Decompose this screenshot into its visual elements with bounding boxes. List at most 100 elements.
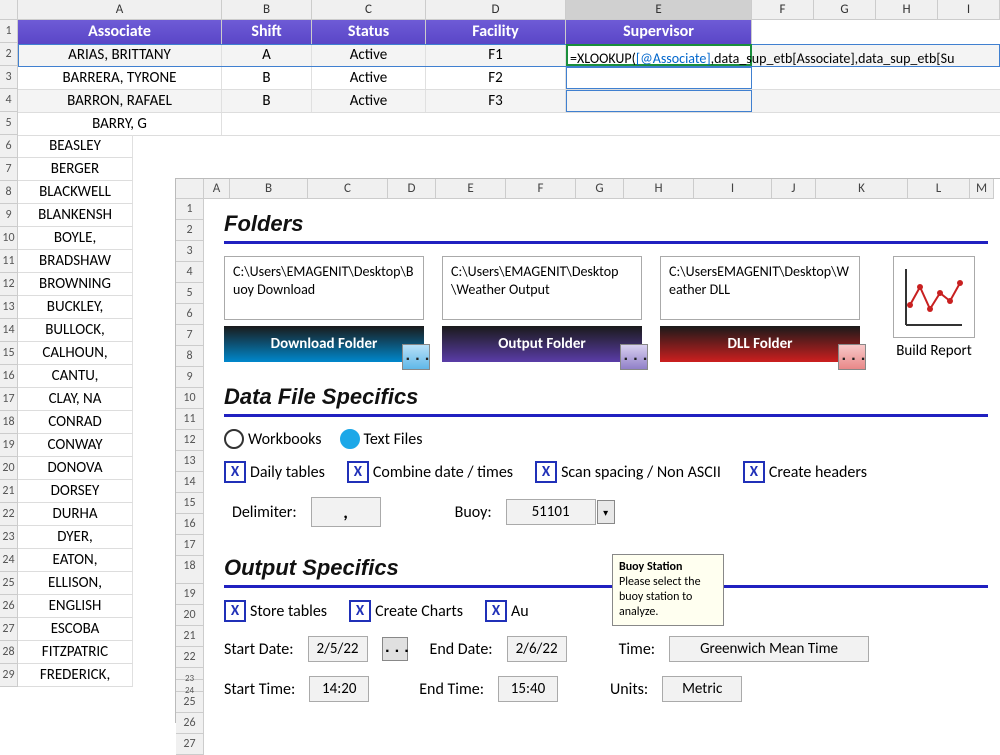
ov-col[interactable]: B bbox=[230, 179, 308, 199]
row-header[interactable]: 7 bbox=[0, 158, 18, 181]
checkbox-combine-date-times[interactable]: XCombine date / times bbox=[347, 461, 513, 483]
ov-row-header[interactable]: 24 bbox=[176, 680, 204, 692]
checkbox-au[interactable]: XAu bbox=[485, 600, 529, 622]
col-I[interactable]: I bbox=[938, 0, 1000, 19]
delimiter-input[interactable]: , bbox=[311, 497, 381, 527]
th-associate[interactable]: Associate bbox=[18, 20, 222, 44]
cell-shift[interactable]: A bbox=[222, 44, 312, 66]
ov-row-header[interactable]: 27 bbox=[176, 734, 204, 755]
ov-row-header[interactable]: 1 bbox=[176, 199, 204, 220]
name-cell[interactable]: BERGER bbox=[18, 158, 133, 181]
cell-supervisor[interactable] bbox=[566, 67, 752, 89]
row-header[interactable]: 6 bbox=[0, 135, 18, 158]
ov-col[interactable]: J bbox=[772, 179, 816, 199]
name-cell[interactable]: DYER, bbox=[18, 526, 133, 549]
buoy-dropdown[interactable]: 51101 ▾ bbox=[506, 499, 596, 525]
row-header[interactable]: 21 bbox=[0, 480, 18, 503]
ov-col[interactable]: H bbox=[624, 179, 694, 199]
ov-row-header[interactable]: 16 bbox=[176, 514, 204, 535]
row-header[interactable]: 22 bbox=[0, 503, 18, 526]
cell-status[interactable]: Active bbox=[312, 44, 426, 66]
col-H[interactable]: H bbox=[876, 0, 938, 19]
name-cell[interactable]: BUCKLEY, bbox=[18, 296, 133, 319]
start-date-input[interactable]: 2/5/22 bbox=[308, 636, 368, 662]
name-cell[interactable]: CONRAD bbox=[18, 411, 133, 434]
browse-button[interactable]: ... bbox=[402, 344, 430, 370]
col-F[interactable]: F bbox=[752, 0, 814, 19]
name-cell[interactable]: BROWNING bbox=[18, 273, 133, 296]
cell-associate[interactable]: BARRON, RAFAEL bbox=[18, 90, 222, 112]
name-cell[interactable]: CANTU, bbox=[18, 365, 133, 388]
ov-row-header[interactable]: 14 bbox=[176, 472, 204, 493]
cell-associate[interactable]: BARRY, G bbox=[18, 113, 222, 135]
row-header[interactable]: 5 bbox=[0, 112, 18, 135]
ov-col[interactable]: A bbox=[204, 179, 230, 199]
row-header[interactable]: 24 bbox=[0, 549, 18, 572]
cell-facility[interactable]: F3 bbox=[426, 90, 566, 112]
col-B[interactable]: B bbox=[222, 0, 312, 19]
row-header[interactable]: 28 bbox=[0, 641, 18, 664]
name-cell[interactable]: DONOVA bbox=[18, 457, 133, 480]
name-cell[interactable]: FITZPATRIC bbox=[18, 641, 133, 664]
browse-button[interactable]: ... bbox=[620, 344, 648, 370]
row-header[interactable]: 16 bbox=[0, 365, 18, 388]
worksheet[interactable]: Associate Shift Status Facility Supervis… bbox=[18, 20, 1000, 136]
checkbox-create-charts[interactable]: XCreate Charts bbox=[349, 600, 463, 622]
col-A[interactable]: A bbox=[18, 0, 222, 19]
th-supervisor[interactable]: Supervisor bbox=[566, 20, 752, 44]
name-cell[interactable]: BRADSHAW bbox=[18, 250, 133, 273]
ov-row-header[interactable]: 6 bbox=[176, 304, 204, 325]
name-cell[interactable]: CALHOUN, bbox=[18, 342, 133, 365]
row-header[interactable]: 29 bbox=[0, 664, 18, 687]
textfiles-radio[interactable]: Text Files bbox=[340, 429, 423, 449]
overlay-workbook[interactable]: ABCDEFGHIJKLM 12345678910111213141516171… bbox=[175, 178, 1000, 723]
checkbox-scan-spacing-non-ascii[interactable]: XScan spacing / Non ASCII bbox=[535, 461, 721, 483]
cell-shift[interactable]: B bbox=[222, 90, 312, 112]
ov-row-header[interactable]: 4 bbox=[176, 262, 204, 283]
ov-row-header[interactable]: 9 bbox=[176, 367, 204, 388]
ov-col[interactable]: K bbox=[816, 179, 908, 199]
ov-row-header[interactable]: 17 bbox=[176, 535, 204, 556]
row-header[interactable]: 8 bbox=[0, 181, 18, 204]
workbooks-radio[interactable]: Workbooks bbox=[224, 429, 322, 449]
row-header[interactable]: 9 bbox=[0, 204, 18, 227]
ov-row-header[interactable]: 23 bbox=[176, 668, 204, 680]
ov-row-header[interactable]: 20 bbox=[176, 605, 204, 626]
row-header[interactable]: 3 bbox=[0, 66, 18, 89]
build-report-group[interactable]: Build Report bbox=[888, 256, 980, 360]
ov-row-header[interactable]: 11 bbox=[176, 409, 204, 430]
row-header[interactable]: 18 bbox=[0, 411, 18, 434]
cell-status[interactable]: Active bbox=[312, 67, 426, 89]
checkbox-store-tables[interactable]: XStore tables bbox=[224, 600, 327, 622]
name-cell[interactable]: EATON, bbox=[18, 549, 133, 572]
row-header[interactable]: 25 bbox=[0, 572, 18, 595]
row-header[interactable]: 14 bbox=[0, 319, 18, 342]
ov-row-header[interactable]: 21 bbox=[176, 626, 204, 647]
table-row[interactable]: BARRY, G bbox=[18, 113, 1000, 136]
row-header[interactable]: 2 bbox=[0, 43, 18, 66]
col-C[interactable]: C bbox=[312, 0, 426, 19]
cell-associate[interactable]: BARRERA, TYRONE bbox=[18, 67, 222, 89]
ov-row-header[interactable]: 18 bbox=[176, 556, 204, 584]
th-shift[interactable]: Shift bbox=[222, 20, 312, 44]
ov-col[interactable]: E bbox=[436, 179, 506, 199]
ov-row-header[interactable]: 7 bbox=[176, 325, 204, 346]
dll-folder-button[interactable]: DLL Folder ... bbox=[660, 326, 860, 362]
end-date-input[interactable]: 2/6/22 bbox=[507, 636, 567, 662]
row-header[interactable]: 1 bbox=[0, 20, 18, 43]
col-D[interactable]: D bbox=[426, 0, 566, 19]
cell-facility[interactable]: F2 bbox=[426, 67, 566, 89]
cell-facility[interactable]: F1 bbox=[426, 44, 566, 66]
ov-row-header[interactable]: 12 bbox=[176, 430, 204, 451]
name-cell[interactable]: ESCOBA bbox=[18, 618, 133, 641]
row-header[interactable]: 11 bbox=[0, 250, 18, 273]
name-cell[interactable]: CONWAY bbox=[18, 434, 133, 457]
ov-row-header[interactable]: 8 bbox=[176, 346, 204, 367]
download-folder-button[interactable]: Download Folder ... bbox=[224, 326, 424, 362]
ov-col[interactable]: D bbox=[388, 179, 436, 199]
table-row[interactable]: BARRON, RAFAEL B Active F3 bbox=[18, 90, 1000, 113]
cell-status[interactable]: Active bbox=[312, 90, 426, 112]
row-header[interactable]: 26 bbox=[0, 595, 18, 618]
row-header[interactable]: 12 bbox=[0, 273, 18, 296]
name-cell[interactable]: DORSEY bbox=[18, 480, 133, 503]
